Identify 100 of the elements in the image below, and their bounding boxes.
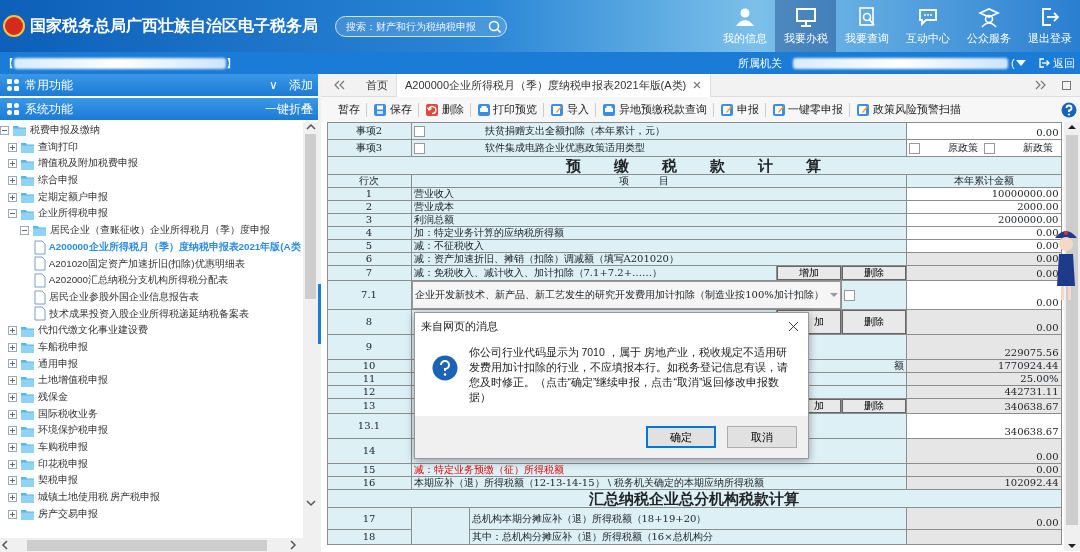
- expander-icon[interactable]: [8, 159, 17, 169]
- scroll-left-icon[interactable]: [0, 539, 10, 551]
- dropdown-caret-icon[interactable]: [1014, 58, 1027, 68]
- scrollbar[interactable]: [303, 122, 318, 538]
- column-header: 项目: [411, 174, 906, 188]
- double-chevron-right-icon[interactable]: [1034, 79, 1047, 91]
- table-button[interactable]: 删除: [841, 310, 906, 334]
- tab[interactable]: 首页: [358, 73, 396, 97]
- line-number: 4: [327, 226, 411, 240]
- expander-icon[interactable]: [8, 192, 17, 202]
- table-button[interactable]: 增加: [776, 266, 841, 280]
- paren-text: (: [1011, 55, 1015, 71]
- add-link[interactable]: 添加: [288, 76, 313, 94]
- expander-icon[interactable]: [8, 342, 17, 352]
- expander-icon[interactable]: [8, 459, 17, 469]
- checkbox[interactable]: [983, 142, 995, 154]
- tree-item[interactable]: 企业所得税申报: [0, 205, 303, 223]
- tree-item[interactable]: 综合申报: [0, 172, 303, 189]
- toolbar-button[interactable]: 打印预览: [470, 98, 544, 121]
- expander-icon[interactable]: [8, 426, 17, 436]
- expander-icon[interactable]: [8, 326, 17, 336]
- tree-item[interactable]: 增值税及附加税费申报: [0, 155, 303, 173]
- tree-item[interactable]: 车购税申报: [0, 439, 303, 456]
- edit-icon: [856, 102, 871, 117]
- expander-icon[interactable]: [8, 359, 17, 369]
- search-field[interactable]: 搜索：财产和行为税纳税申报: [334, 15, 507, 37]
- dialog-button[interactable]: 取消: [727, 426, 797, 448]
- back-link[interactable]: 返回: [1052, 54, 1075, 72]
- tree-item[interactable]: 技术成果投资入股企业所得税递延纳税备案表: [0, 305, 303, 323]
- toolbar-button[interactable]: 申报: [713, 98, 765, 121]
- expander-icon[interactable]: [8, 175, 17, 185]
- scroll-down-icon[interactable]: [304, 498, 317, 508]
- table-button[interactable]: 删除: [841, 266, 906, 280]
- expander-icon[interactable]: [0, 125, 9, 135]
- expander-icon[interactable]: [8, 392, 17, 402]
- tree-item[interactable]: A200000企业所得税月（季）度纳税申报表2021年版(A类: [0, 238, 303, 256]
- toolbar-button[interactable]: 导入: [544, 98, 595, 121]
- expander-icon[interactable]: [8, 209, 17, 219]
- double-chevron-left-icon[interactable]: [333, 79, 346, 91]
- tree-item[interactable]: 印花税申报: [0, 455, 303, 473]
- tree-item[interactable]: 居民企业参股外国企业信息报告表: [0, 288, 303, 306]
- scroll-up-icon[interactable]: [304, 122, 317, 132]
- checkbox[interactable]: [843, 290, 855, 301]
- tree-item[interactable]: 代扣代缴文化事业建设费: [0, 322, 303, 339]
- expander-icon[interactable]: [8, 409, 17, 419]
- dialog-button[interactable]: 确定: [646, 426, 716, 448]
- line-number: 8: [327, 309, 411, 335]
- tree-item[interactable]: 居民企业（查账征收）企业所得税月（季）度申报: [0, 222, 303, 239]
- expander-icon[interactable]: [8, 376, 17, 386]
- tree-item[interactable]: 契税申报: [0, 472, 303, 490]
- toolbar-button[interactable]: 保存: [367, 98, 418, 121]
- toolbar-button[interactable]: 政策风险预警扫描: [850, 98, 967, 121]
- collapse-all-link[interactable]: 一键折叠: [264, 100, 313, 118]
- tree-item[interactable]: 定期定额户申报: [0, 188, 303, 206]
- tree-item[interactable]: 城镇土地使用税 房产税申报: [0, 489, 303, 506]
- checkbox[interactable]: [413, 125, 425, 137]
- expander-icon[interactable]: [8, 142, 17, 152]
- horizontal-scrollbar[interactable]: [0, 538, 318, 552]
- folder-icon: [19, 390, 35, 405]
- toggle-link[interactable]: ∨: [268, 76, 278, 94]
- tree-item[interactable]: 国际税收业务: [0, 405, 303, 423]
- section-header[interactable]: 常用功能 ∨ 添加: [0, 74, 318, 96]
- expander-icon[interactable]: [8, 476, 17, 486]
- expander-icon[interactable]: [20, 225, 29, 235]
- checkbox[interactable]: [413, 142, 425, 154]
- checkbox[interactable]: [908, 142, 920, 154]
- expander-icon[interactable]: [8, 442, 17, 452]
- tree-item[interactable]: A201020固定资产加速折旧(扣除)优惠明细表: [0, 255, 303, 273]
- expander-icon[interactable]: [8, 509, 17, 519]
- tree-item[interactable]: 车船税申报: [0, 338, 303, 356]
- column-header: 本年累计金额: [906, 174, 1061, 188]
- section-header[interactable]: 系统功能 一键折叠: [0, 98, 318, 120]
- toolbar-button[interactable]: 一键零申报: [765, 98, 850, 121]
- nav-button[interactable]: 我要办税: [775, 0, 836, 52]
- scroll-down-icon[interactable]: [1066, 541, 1078, 551]
- tree-item[interactable]: 税费申报及缴纳: [0, 122, 303, 139]
- line-number: 18: [327, 529, 411, 545]
- tree-item[interactable]: 通用申报: [0, 355, 303, 373]
- scrollbar[interactable]: [1064, 122, 1080, 551]
- tree-item[interactable]: A202000汇总纳税分支机构所得税分配表: [0, 272, 303, 289]
- expander-icon[interactable]: [8, 492, 17, 502]
- toolbar-button[interactable]: 暂存: [332, 98, 366, 121]
- select-field[interactable]: 企业开发新技术、新产品、新工艺发生的研究开发费用加计扣除（制造业按100%加计扣除）: [411, 281, 841, 309]
- exit-icon[interactable]: [1037, 57, 1050, 69]
- tab[interactable]: A200000企业所得税月（季）度纳税申报表2021年版(A类): [396, 73, 711, 97]
- toolbar-button[interactable]: 异地预缴税款查询: [596, 98, 713, 121]
- close-icon[interactable]: [787, 320, 799, 332]
- tree-item[interactable]: 残保金: [0, 389, 303, 406]
- tree-item[interactable]: 土地增值税申报: [0, 372, 303, 389]
- collapse-handle[interactable]: [318, 284, 321, 344]
- maximize-icon[interactable]: [1061, 79, 1072, 91]
- tree-item[interactable]: 房产交易申报: [0, 505, 303, 523]
- toolbar-button[interactable]: 删除: [418, 98, 470, 121]
- table-button[interactable]: 删除: [841, 399, 906, 413]
- nav-button[interactable]: 退出登录: [1019, 0, 1080, 52]
- scroll-right-icon[interactable]: [288, 539, 298, 551]
- tree-item[interactable]: 环境保护税申报: [0, 422, 303, 440]
- tree-item[interactable]: 查询打印: [0, 138, 303, 156]
- search-icon[interactable]: [487, 19, 501, 33]
- help-icon[interactable]: [1061, 101, 1077, 118]
